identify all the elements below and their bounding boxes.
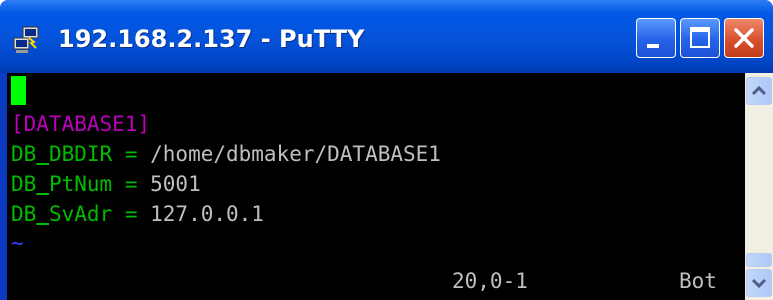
- config-key-name: DBDIR: [48, 142, 113, 166]
- terminal-cursor: [11, 76, 26, 105]
- maximize-icon: [690, 27, 710, 48]
- config-key-separator: [36, 202, 49, 226]
- config-key-separator: [36, 172, 49, 196]
- maximize-button[interactable]: [680, 18, 720, 58]
- vertical-scrollbar[interactable]: [745, 73, 773, 300]
- cursor-position-status: 20,0-1: [452, 269, 528, 293]
- minimize-button[interactable]: [636, 18, 676, 58]
- close-icon: [734, 28, 754, 48]
- section-header: [DATABASE1]: [11, 112, 151, 136]
- scroll-thumb[interactable]: [746, 253, 772, 267]
- window-frame-left: [0, 73, 7, 300]
- scroll-down-button[interactable]: [746, 269, 772, 297]
- chevron-up-icon: [751, 85, 767, 96]
- putty-computers-icon: [13, 26, 39, 53]
- config-line: DB PtNum = 5001: [11, 169, 201, 199]
- config-key-separator: [36, 142, 49, 166]
- config-key-name: PtNum: [48, 172, 113, 196]
- config-key-prefix: DB: [11, 202, 37, 226]
- window-title: 192.168.2.137 - PuTTY: [58, 25, 365, 53]
- config-key-name: SvAdr: [48, 202, 113, 226]
- config-value: 5001: [150, 172, 201, 196]
- empty-line-tilde: ~: [11, 231, 24, 255]
- title-bar[interactable]: 192.168.2.137 - PuTTY: [0, 0, 773, 73]
- config-value: 127.0.0.1: [150, 202, 264, 226]
- close-button[interactable]: [724, 18, 764, 58]
- chevron-down-icon: [751, 278, 767, 289]
- config-line: DB SvAdr = 127.0.0.1: [11, 199, 264, 229]
- minimize-icon: [647, 44, 659, 48]
- terminal-screen[interactable]: [DATABASE1] DB DBDIR = /home/dbmaker/DAT…: [7, 73, 745, 300]
- config-equals: =: [124, 142, 138, 166]
- config-key-prefix: DB: [11, 172, 37, 196]
- config-equals: =: [124, 202, 138, 226]
- scroll-position-status: Bot: [679, 269, 717, 293]
- config-value: /home/dbmaker/DATABASE1: [150, 142, 441, 166]
- scroll-up-button[interactable]: [746, 77, 772, 105]
- config-key-prefix: DB: [11, 142, 37, 166]
- config-line: DB DBDIR = /home/dbmaker/DATABASE1: [11, 139, 441, 169]
- config-equals: =: [124, 172, 138, 196]
- putty-window: 192.168.2.137 - PuTTY [DATABASE1] DB DBD…: [0, 0, 773, 300]
